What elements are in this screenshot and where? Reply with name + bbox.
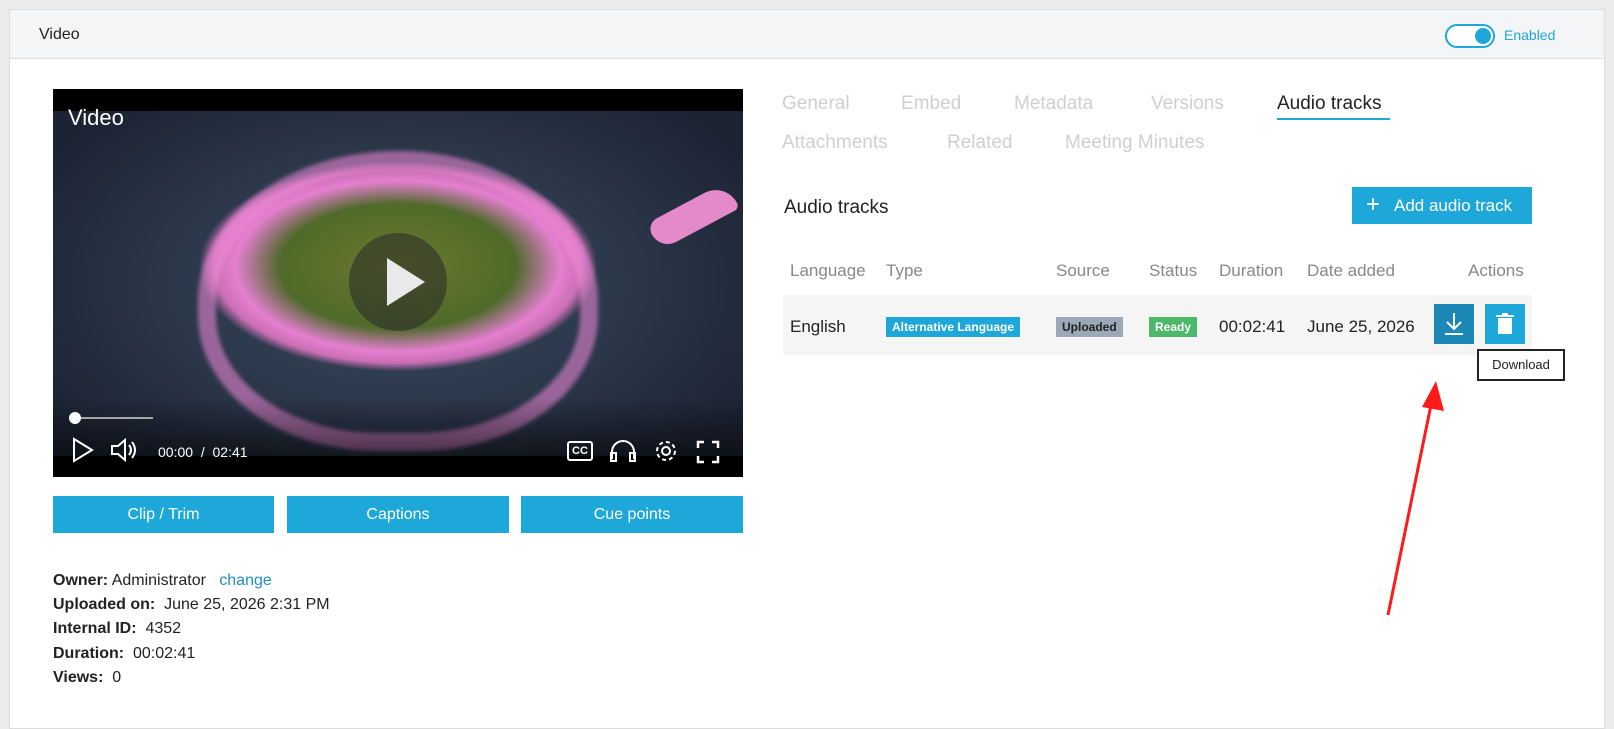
views-label: Views:	[53, 669, 104, 686]
progress-handle[interactable]	[69, 412, 81, 424]
big-play-button[interactable]	[349, 233, 447, 331]
table-row: English Alternative Language Uploaded Re…	[783, 295, 1532, 355]
col-status: Status	[1149, 261, 1198, 280]
trash-icon	[1496, 313, 1514, 334]
views-line: Views: 0	[53, 669, 121, 687]
delete-button[interactable]	[1485, 304, 1525, 344]
uploaded-value: June 25, 2026 2:31 PM	[164, 596, 330, 613]
uploaded-line: Uploaded on: June 25, 2026 2:31 PM	[53, 596, 330, 614]
add-audio-track-label: Add audio track	[1394, 196, 1513, 215]
owner-value: Administrator	[111, 572, 206, 589]
tab-audio-tracks[interactable]: Audio tracks	[1277, 93, 1382, 115]
play-icon[interactable]	[71, 437, 95, 463]
tab-general[interactable]: General	[782, 93, 850, 115]
captions-button[interactable]: Captions	[287, 496, 509, 533]
fullscreen-icon[interactable]	[696, 440, 720, 464]
owner-label: Owner:	[53, 572, 109, 589]
tab-embed[interactable]: Embed	[901, 93, 961, 115]
player-controls: 00:00 / 02:41 CC	[53, 397, 743, 477]
plus-icon: +	[1366, 191, 1381, 218]
uploaded-label: Uploaded on:	[53, 596, 156, 613]
duration-line: Duration: 00:02:41	[53, 645, 195, 663]
type-badge: Alternative Language	[886, 317, 1021, 337]
captions-cc-icon[interactable]: CC	[567, 441, 593, 461]
internal-id-label: Internal ID:	[53, 620, 137, 637]
pink-airplane	[646, 181, 740, 251]
video-player[interactable]: Video 00:00 / 02:41 CC	[53, 89, 743, 477]
gear-icon[interactable]	[653, 438, 679, 464]
col-type: Type	[886, 261, 923, 280]
time-separator: /	[200, 444, 205, 460]
internal-id-value: 4352	[145, 620, 182, 637]
annotation-arrow	[1386, 381, 1444, 616]
clip-trim-button[interactable]: Clip / Trim	[53, 496, 274, 533]
panel-header: Video Enabled	[10, 10, 1604, 59]
tab-metadata[interactable]: Metadata	[1014, 93, 1093, 115]
duration-label: Duration:	[53, 645, 125, 662]
progress-bar[interactable]	[69, 412, 153, 424]
col-duration: Duration	[1219, 261, 1284, 280]
col-source: Source	[1056, 261, 1110, 280]
col-actions: Actions	[1468, 261, 1524, 280]
col-language: Language	[790, 261, 866, 280]
total-time: 02:41	[212, 444, 248, 460]
panel-title: Video	[39, 26, 80, 43]
audio-tracks-title: Audio tracks	[784, 197, 889, 218]
active-tab-underline	[1277, 118, 1390, 120]
row-language: English	[790, 317, 846, 336]
source-badge: Uploaded	[1056, 317, 1123, 337]
current-time: 00:00	[158, 444, 194, 460]
col-date-added: Date added	[1307, 261, 1395, 280]
time-display: 00:00 / 02:41	[158, 444, 248, 460]
views-value: 0	[112, 669, 122, 686]
toggle-label: Enabled	[1504, 27, 1556, 43]
enabled-toggle[interactable]	[1445, 24, 1495, 48]
add-audio-track-button[interactable]: + Add audio track	[1352, 187, 1532, 224]
download-tooltip: Download	[1477, 349, 1565, 381]
tab-meeting-minutes[interactable]: Meeting Minutes	[1065, 132, 1204, 154]
owner-line: Owner: Administrator change	[53, 572, 272, 590]
row-date-added: June 25, 2026	[1307, 317, 1415, 336]
download-button[interactable]	[1434, 304, 1474, 344]
tab-related[interactable]: Related	[947, 132, 1013, 154]
tab-versions[interactable]: Versions	[1151, 93, 1224, 115]
toggle-knob	[1475, 28, 1491, 44]
tab-attachments[interactable]: Attachments	[782, 132, 888, 154]
status-badge: Ready	[1149, 317, 1198, 337]
duration-value: 00:02:41	[133, 645, 196, 662]
volume-icon[interactable]	[110, 438, 140, 462]
video-title: Video	[68, 105, 124, 130]
headphones-icon[interactable]	[609, 439, 637, 463]
row-duration: 00:02:41	[1219, 317, 1286, 336]
download-icon	[1445, 313, 1463, 335]
change-owner-link[interactable]: change	[219, 572, 272, 589]
internal-id-line: Internal ID: 4352	[53, 620, 181, 638]
cue-points-button[interactable]: Cue points	[521, 496, 743, 533]
